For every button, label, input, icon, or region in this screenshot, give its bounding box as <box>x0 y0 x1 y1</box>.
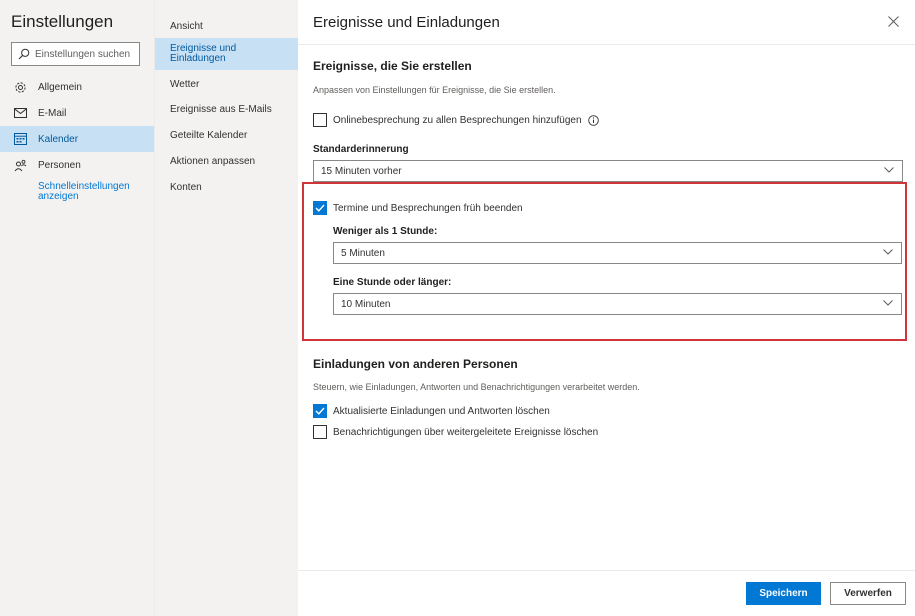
select-value: 15 Minuten vorher <box>321 165 402 177</box>
under-hour-label: Weniger als 1 Stunde: <box>333 226 438 237</box>
nav-item-label: Personen <box>38 159 81 171</box>
calendar-subnav: Ansicht Ereignisse und Einladungen Wette… <box>154 0 299 616</box>
save-button[interactable]: Speichern <box>746 582 821 605</box>
close-button[interactable] <box>886 14 900 28</box>
delete-forwarded-checkbox[interactable] <box>313 425 327 439</box>
subnav-item-accounts[interactable]: Konten <box>155 175 299 199</box>
nav-item-people[interactable]: Personen <box>0 152 154 178</box>
subnav-item-weather[interactable]: Wetter <box>155 72 299 96</box>
chevron-down-icon <box>883 249 893 255</box>
nav-item-label: Kalender <box>38 133 79 145</box>
chevron-down-icon <box>883 300 893 306</box>
subnav-item-events-invitations[interactable]: Ereignisse und Einladungen <box>155 38 299 70</box>
checkmark-icon <box>315 204 325 212</box>
select-value: 10 Minuten <box>341 298 391 310</box>
section-heading-invitations: Einladungen von anderen Personen <box>313 357 518 371</box>
section-description: Anpassen von Einstellungen für Ereigniss… <box>313 85 556 95</box>
section-description: Steuern, wie Einladungen, Antworten und … <box>313 382 640 392</box>
divider <box>298 570 915 571</box>
online-meeting-checkbox[interactable] <box>313 113 327 127</box>
nav-item-calendar[interactable]: Kalender <box>0 126 154 152</box>
delete-updated-option[interactable]: Aktualisierte Einladungen und Antworten … <box>313 404 550 418</box>
nav-item-label: Allgemein <box>38 81 82 93</box>
default-reminder-select[interactable]: 15 Minuten vorher <box>313 160 903 182</box>
nav-item-general[interactable]: Allgemein <box>0 74 154 100</box>
online-meeting-label: Onlinebesprechung zu allen Besprechungen… <box>333 114 582 126</box>
quick-settings-link[interactable]: Schnelleinstellungen anzeigen <box>38 182 148 202</box>
delete-updated-label: Aktualisierte Einladungen und Antworten … <box>333 405 550 417</box>
subnav-item-view[interactable]: Ansicht <box>155 14 299 38</box>
settings-panel: Ereignisse und Einladungen Ereignisse, d… <box>298 0 915 616</box>
calendar-icon <box>13 132 27 146</box>
subnav-item-customize-actions[interactable]: Aktionen anpassen <box>155 149 299 173</box>
nav-item-mail[interactable]: E-Mail <box>0 100 154 126</box>
search-icon <box>18 48 30 60</box>
settings-sidebar: Einstellungen Allgemein E-Mail <box>0 0 154 616</box>
people-icon <box>13 158 27 172</box>
nav-item-label: E-Mail <box>38 107 67 119</box>
divider <box>298 44 915 45</box>
section-heading-own-events: Ereignisse, die Sie erstellen <box>313 59 472 73</box>
end-early-option[interactable]: Termine und Besprechungen früh beenden <box>313 201 523 215</box>
discard-button[interactable]: Verwerfen <box>830 582 906 605</box>
close-icon <box>887 15 899 27</box>
checkmark-icon <box>315 407 325 415</box>
gear-icon <box>13 80 27 94</box>
delete-forwarded-option[interactable]: Benachrichtigungen über weitergeleitete … <box>313 425 598 439</box>
panel-title: Ereignisse und Einladungen <box>313 14 500 31</box>
select-value: 5 Minuten <box>341 247 385 259</box>
delete-forwarded-label: Benachrichtigungen über weitergeleitete … <box>333 426 599 438</box>
hour-plus-select[interactable]: 10 Minuten <box>333 293 902 315</box>
mail-icon <box>13 106 27 120</box>
end-early-label: Termine und Besprechungen früh beenden <box>333 202 523 214</box>
chevron-down-icon <box>884 167 894 173</box>
default-reminder-label: Standarderinnerung <box>313 144 409 155</box>
end-early-checkbox[interactable] <box>313 201 327 215</box>
hour-plus-label: Eine Stunde oder länger: <box>333 277 452 288</box>
settings-search-box[interactable] <box>11 42 140 66</box>
info-icon[interactable] <box>587 114 599 126</box>
subnav-item-events-from-email[interactable]: Ereignisse aus E-Mails <box>155 97 299 121</box>
settings-search-input[interactable] <box>35 48 135 60</box>
settings-title: Einstellungen <box>11 12 114 31</box>
under-hour-select[interactable]: 5 Minuten <box>333 242 902 264</box>
subnav-item-shared-calendars[interactable]: Geteilte Kalender <box>155 123 299 147</box>
delete-updated-checkbox[interactable] <box>313 404 327 418</box>
online-meeting-option[interactable]: Onlinebesprechung zu allen Besprechungen… <box>313 113 599 127</box>
